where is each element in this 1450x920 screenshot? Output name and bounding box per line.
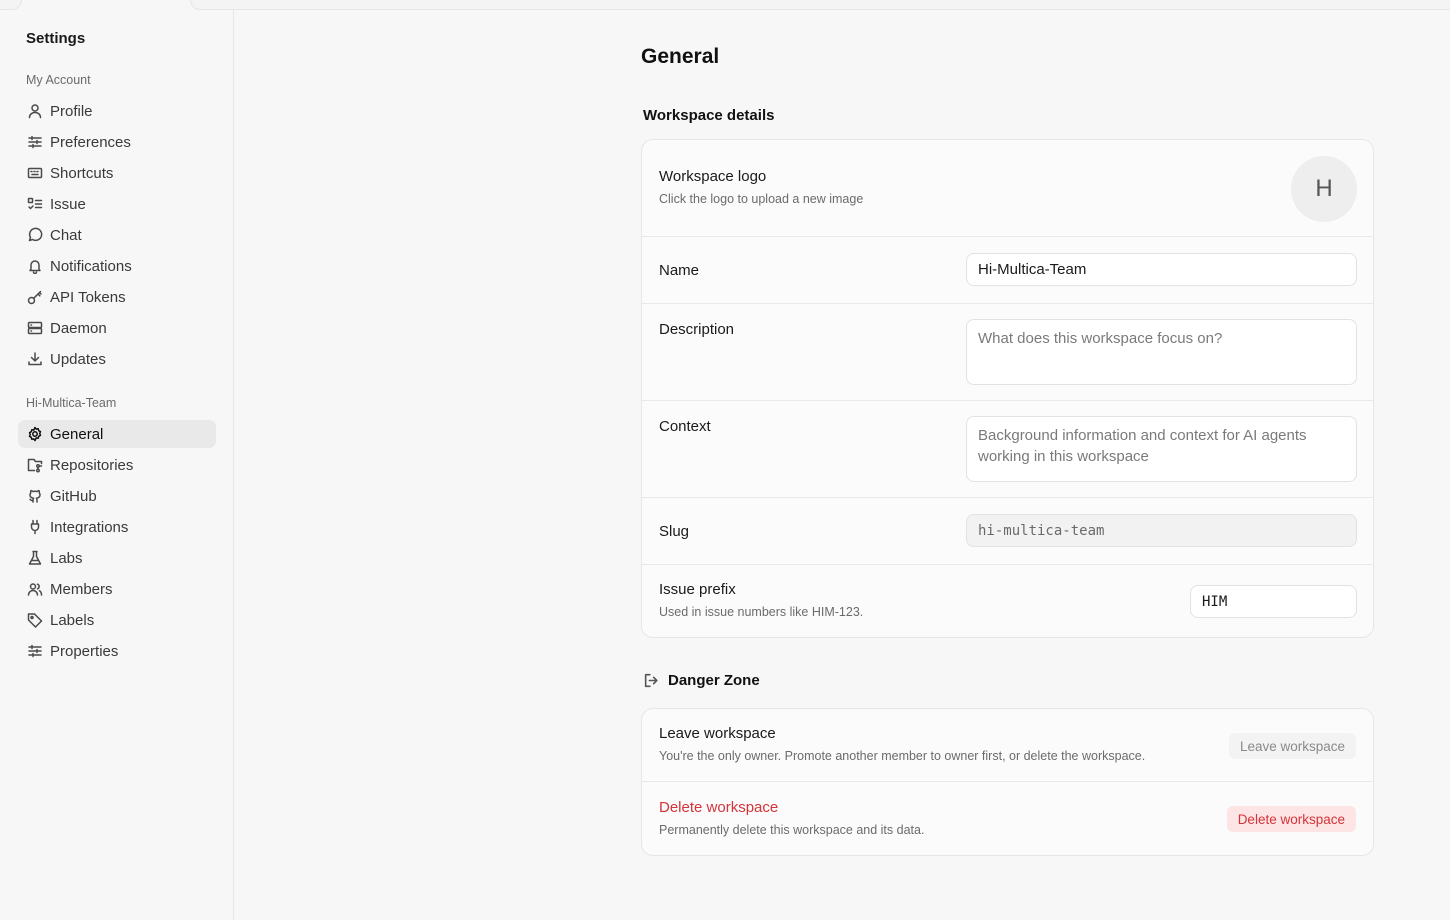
sidebar-item-github[interactable]: GitHub	[18, 482, 216, 510]
server-icon	[27, 320, 43, 336]
sidebar-item-notifications[interactable]: Notifications	[18, 252, 216, 280]
description-textarea[interactable]	[966, 319, 1357, 385]
sidebar-title: Settings	[26, 30, 86, 47]
sidebar-item-properties[interactable]: Properties	[18, 637, 216, 665]
context-textarea[interactable]	[966, 416, 1357, 482]
slug-input[interactable]	[966, 514, 1357, 547]
list-todo-icon	[27, 196, 43, 212]
group-label-workspace: Hi-Multica-Team	[26, 396, 117, 410]
github-icon	[27, 488, 43, 504]
delete-workspace-label: Delete workspace	[659, 799, 779, 816]
user-icon	[27, 103, 43, 119]
delete-workspace-button[interactable]: Delete workspace	[1226, 806, 1356, 832]
sidebar-item-label: Updates	[50, 350, 106, 368]
sidebar-item-labs[interactable]: Labs	[18, 544, 216, 572]
sidebar-item-label: Preferences	[50, 133, 131, 151]
sidebar-item-daemon[interactable]: Daemon	[18, 314, 216, 342]
context-row: Context	[642, 401, 1373, 498]
window-edge	[0, 0, 22, 10]
settings-sidebar: Settings My Account Profile Preferences …	[0, 10, 234, 920]
sidebar-item-labels[interactable]: Labels	[18, 606, 216, 634]
sidebar-item-issue[interactable]: Issue	[18, 190, 216, 218]
gear-icon	[27, 426, 43, 442]
danger-zone-heading: Danger Zone	[643, 672, 760, 689]
sidebar-item-shortcuts[interactable]: Shortcuts	[18, 159, 216, 187]
sidebar-item-label: Labs	[50, 549, 83, 567]
workspace-logo-upload[interactable]: H	[1291, 156, 1357, 222]
slug-row: Slug	[642, 498, 1373, 565]
leave-workspace-button[interactable]: Leave workspace	[1228, 733, 1356, 759]
sidebar-item-label: Properties	[50, 642, 119, 660]
page-title: General	[641, 45, 720, 68]
plug-icon	[27, 519, 43, 535]
name-row: Name	[642, 237, 1373, 304]
group-label-my-account: My Account	[26, 73, 91, 87]
key-icon	[27, 289, 43, 305]
delete-workspace-hint: Permanently delete this workspace and it…	[659, 823, 925, 837]
description-label: Description	[659, 321, 735, 338]
sidebar-item-label: Profile	[50, 102, 93, 120]
name-label: Name	[659, 262, 700, 279]
sidebar-item-label: General	[50, 425, 104, 443]
sidebar-item-members[interactable]: Members	[18, 575, 216, 603]
issue-prefix-hint: Used in issue numbers like HIM-123.	[659, 605, 864, 619]
sidebar-item-chat[interactable]: Chat	[18, 221, 216, 249]
top-bar	[190, 0, 1450, 10]
users-icon	[27, 581, 43, 597]
leave-workspace-row: Leave workspace You're the only owner. P…	[642, 709, 1373, 782]
sidebar-item-label: Issue	[50, 195, 86, 213]
workspace-details-card: Workspace logo Click the logo to upload …	[641, 139, 1374, 638]
sidebar-item-api-tokens[interactable]: API Tokens	[18, 283, 216, 311]
bell-icon	[27, 258, 43, 274]
sidebar-item-label: Notifications	[50, 257, 132, 275]
sidebar-item-general[interactable]: General	[18, 420, 216, 448]
sliders-icon	[27, 643, 43, 659]
sliders-icon	[27, 134, 43, 150]
leave-workspace-hint: You're the only owner. Promote another m…	[659, 749, 1146, 763]
issue-prefix-label: Issue prefix	[659, 581, 736, 598]
sidebar-item-label: Repositories	[50, 456, 134, 474]
leave-workspace-label: Leave workspace	[659, 725, 776, 742]
name-input[interactable]	[966, 253, 1357, 286]
sidebar-item-repositories[interactable]: Repositories	[18, 451, 216, 479]
danger-zone-title: Danger Zone	[668, 672, 760, 689]
sidebar-item-label: Labels	[50, 611, 95, 629]
workspace-logo-label: Workspace logo	[659, 168, 767, 185]
context-label: Context	[659, 418, 711, 435]
flask-icon	[27, 550, 43, 566]
sidebar-item-label: Members	[50, 580, 113, 598]
workspace-logo-hint: Click the logo to upload a new image	[659, 192, 864, 206]
sidebar-item-label: Integrations	[50, 518, 129, 536]
message-circle-icon	[27, 227, 43, 243]
log-out-icon	[644, 673, 658, 688]
tag-icon	[27, 612, 43, 628]
settings-content: General Workspace details Workspace logo…	[234, 10, 1450, 920]
workspace-logo-row: Workspace logo Click the logo to upload …	[642, 140, 1373, 237]
sidebar-item-updates[interactable]: Updates	[18, 345, 216, 373]
issue-prefix-row: Issue prefix Used in issue numbers like …	[642, 565, 1373, 637]
sidebar-item-label: GitHub	[50, 487, 97, 505]
sidebar-item-label: Chat	[50, 226, 82, 244]
keyboard-icon	[27, 165, 43, 181]
sidebar-item-label: Daemon	[50, 319, 107, 337]
download-icon	[27, 351, 43, 367]
sidebar-item-integrations[interactable]: Integrations	[18, 513, 216, 541]
issue-prefix-input[interactable]	[1190, 585, 1357, 618]
sidebar-item-label: Shortcuts	[50, 164, 114, 182]
delete-workspace-row: Delete workspace Permanently delete this…	[642, 782, 1373, 855]
danger-zone-card: Leave workspace You're the only owner. P…	[641, 708, 1374, 856]
section-title-workspace-details: Workspace details	[643, 107, 775, 124]
description-row: Description	[642, 304, 1373, 401]
slug-label: Slug	[659, 523, 690, 540]
folder-git-icon	[27, 457, 43, 473]
sidebar-item-label: API Tokens	[50, 288, 126, 306]
sidebar-item-profile[interactable]: Profile	[18, 97, 216, 125]
sidebar-item-preferences[interactable]: Preferences	[18, 128, 216, 156]
